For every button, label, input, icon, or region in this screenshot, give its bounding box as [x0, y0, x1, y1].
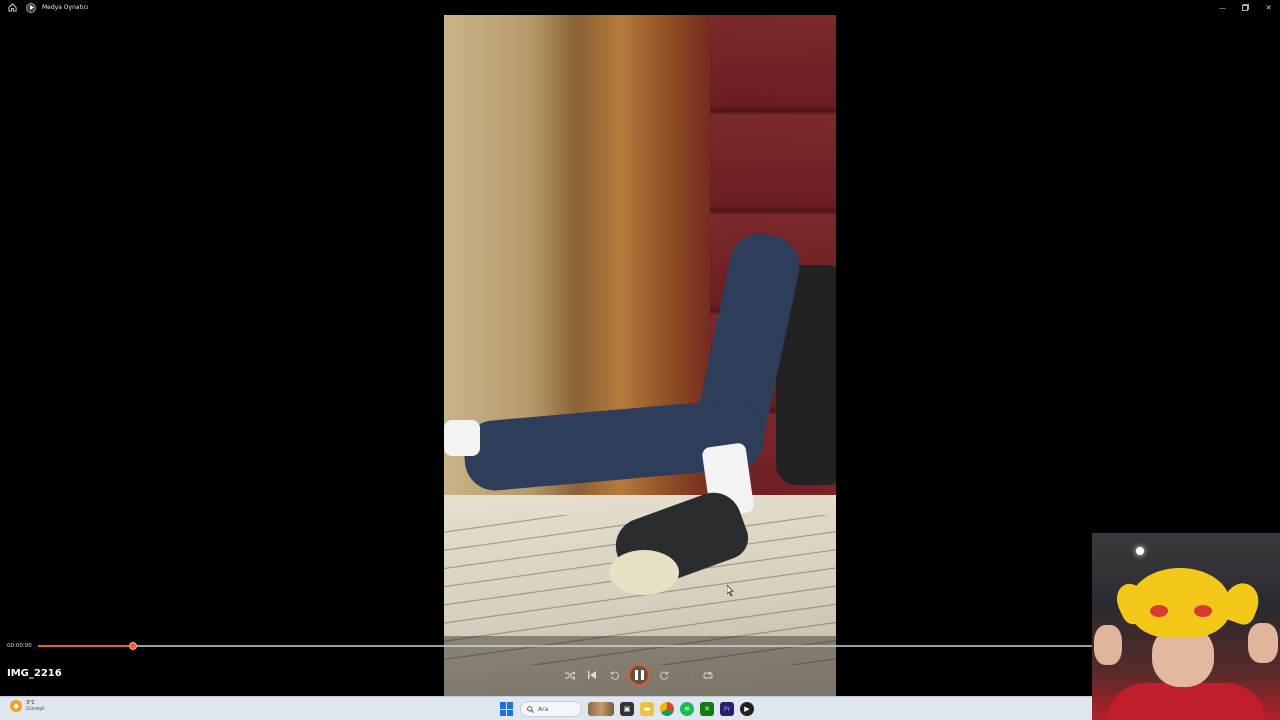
repeat-icon: [703, 670, 713, 678]
title-bar: Medya Oynatıcı — ✕: [0, 0, 1280, 15]
pause-icon: [634, 670, 644, 680]
chrome-icon[interactable]: [660, 702, 674, 716]
home-icon: [7, 3, 17, 12]
mouse-cursor-icon: [727, 585, 734, 596]
shuffle-button[interactable]: [562, 667, 578, 683]
video-frame[interactable]: [444, 15, 836, 696]
media-title: IMG_2216: [7, 668, 62, 679]
seek-bar-progress: [38, 645, 133, 647]
seek-bar-thumb[interactable]: [128, 642, 137, 650]
webcam-hand-left: [1094, 625, 1122, 665]
rewind-10-button[interactable]: [606, 667, 622, 683]
webcam-hat-cheek-right: [1194, 605, 1212, 617]
pause-button[interactable]: [628, 664, 650, 686]
webcam-hat-cheek-left: [1150, 605, 1168, 617]
spotify-icon[interactable]: ≋: [680, 702, 694, 716]
webcam-ceiling-light: [1136, 547, 1144, 555]
media-player-app-icon: [26, 2, 36, 13]
window-controls: — ✕: [1211, 0, 1280, 15]
home-button[interactable]: [0, 0, 24, 15]
search-icon: [527, 705, 534, 713]
rewind-10-icon: [609, 671, 619, 680]
video-scene-sock-left: [444, 420, 480, 456]
skip-previous-icon: [588, 671, 596, 679]
shuffle-icon: [565, 670, 575, 680]
skip-next-icon: [682, 671, 690, 679]
windows-start-icon[interactable]: [500, 702, 514, 716]
playback-controls: [562, 664, 716, 686]
next-button[interactable]: [678, 667, 694, 683]
file-explorer-icon[interactable]: ▬: [640, 702, 654, 716]
seek-bar[interactable]: [38, 642, 1092, 650]
media-player-icon[interactable]: ▶: [740, 702, 754, 716]
minimize-icon: —: [1219, 3, 1226, 12]
weather-description: Güneşli: [26, 706, 45, 712]
media-player-window: Medya Oynatıcı — ✕ 00:00:00 IMG_2216 ● 3…: [0, 0, 1280, 720]
taskbar-apps: ▣ ▬ ≋ ✕ Pr ▶: [500, 699, 754, 719]
taskbar-search[interactable]: [520, 701, 582, 717]
taskbar: ● 3°C Güneşli ▣ ▬ ≋ ✕ Pr ▶: [0, 696, 1092, 720]
video-scene-shoe-sole: [609, 550, 679, 595]
current-time: 00:00:00: [7, 643, 32, 649]
repeat-button[interactable]: [700, 667, 716, 683]
close-button[interactable]: ✕: [1257, 0, 1280, 15]
mascot-app-icon[interactable]: [588, 702, 614, 716]
webcam-pikachu-hat: [1130, 568, 1230, 638]
premiere-pro-icon[interactable]: Pr: [720, 702, 734, 716]
window-title: Medya Oynatıcı: [42, 4, 89, 11]
sun-icon: ●: [10, 700, 22, 712]
minimize-button[interactable]: —: [1211, 0, 1234, 15]
seek-bar-row: 00:00:00: [0, 641, 1092, 651]
restore-button[interactable]: [1234, 0, 1257, 15]
webcam-hand-right: [1248, 623, 1278, 663]
previous-button[interactable]: [584, 667, 600, 683]
forward-30-button[interactable]: [656, 667, 672, 683]
webcam-person-body: [1106, 683, 1266, 720]
xbox-icon[interactable]: ✕: [700, 702, 714, 716]
task-view-icon[interactable]: ▣: [620, 702, 634, 716]
search-input[interactable]: [538, 705, 578, 713]
close-icon: ✕: [1265, 3, 1272, 12]
restore-icon: [1242, 4, 1249, 11]
weather-widget[interactable]: ● 3°C Güneşli: [10, 700, 45, 712]
webcam-overlay: [1092, 533, 1280, 720]
forward-30-icon: [659, 671, 669, 680]
